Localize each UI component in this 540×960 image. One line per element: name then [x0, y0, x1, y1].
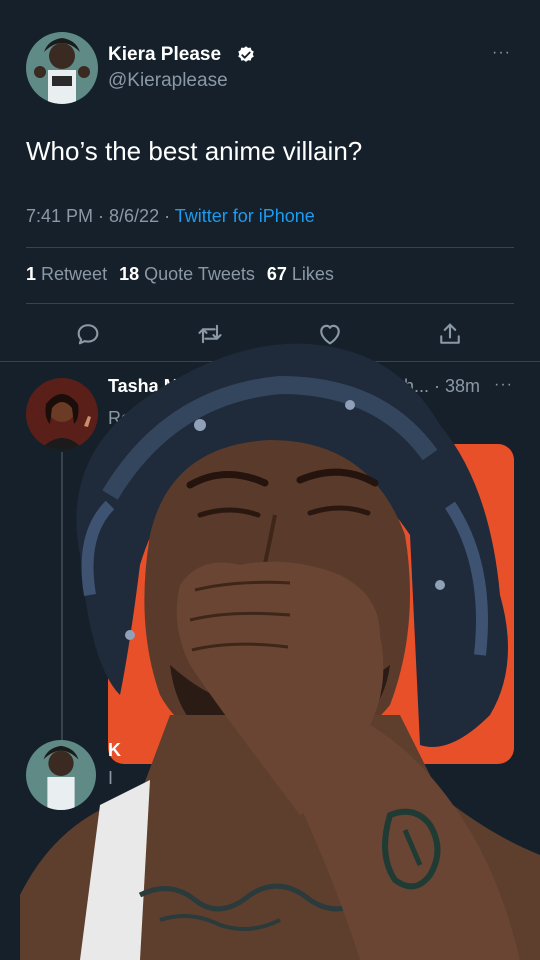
tweet-stats: 1 Retweet 18 Quote Tweets 67 Likes [26, 264, 334, 285]
tweet-source-link[interactable]: Twitter for iPhone [175, 206, 315, 226]
author-avatar[interactable] [26, 32, 98, 104]
divider-middle [26, 303, 514, 304]
more-options-icon[interactable]: ··· [492, 44, 511, 62]
likes-stat[interactable]: 67 Likes [267, 264, 334, 284]
verified-icon [236, 45, 256, 65]
author-handle[interactable]: @Kieraplease [108, 70, 228, 92]
person-overlay [20, 335, 540, 960]
tweet-meta: 7:41 PM · 8/6/22 · Twitter for iPhone [26, 206, 315, 227]
retweets-stat[interactable]: 1 Retweet [26, 264, 107, 284]
author-name[interactable]: Kiera Please [108, 44, 221, 66]
tweet-time: 7:41 PM · 8/6/22 · [26, 206, 175, 226]
quote-tweets-stat[interactable]: 18 Quote Tweets [119, 264, 255, 284]
divider-top [26, 247, 514, 248]
tweet-text: Who’s the best anime villain? [26, 136, 363, 166]
